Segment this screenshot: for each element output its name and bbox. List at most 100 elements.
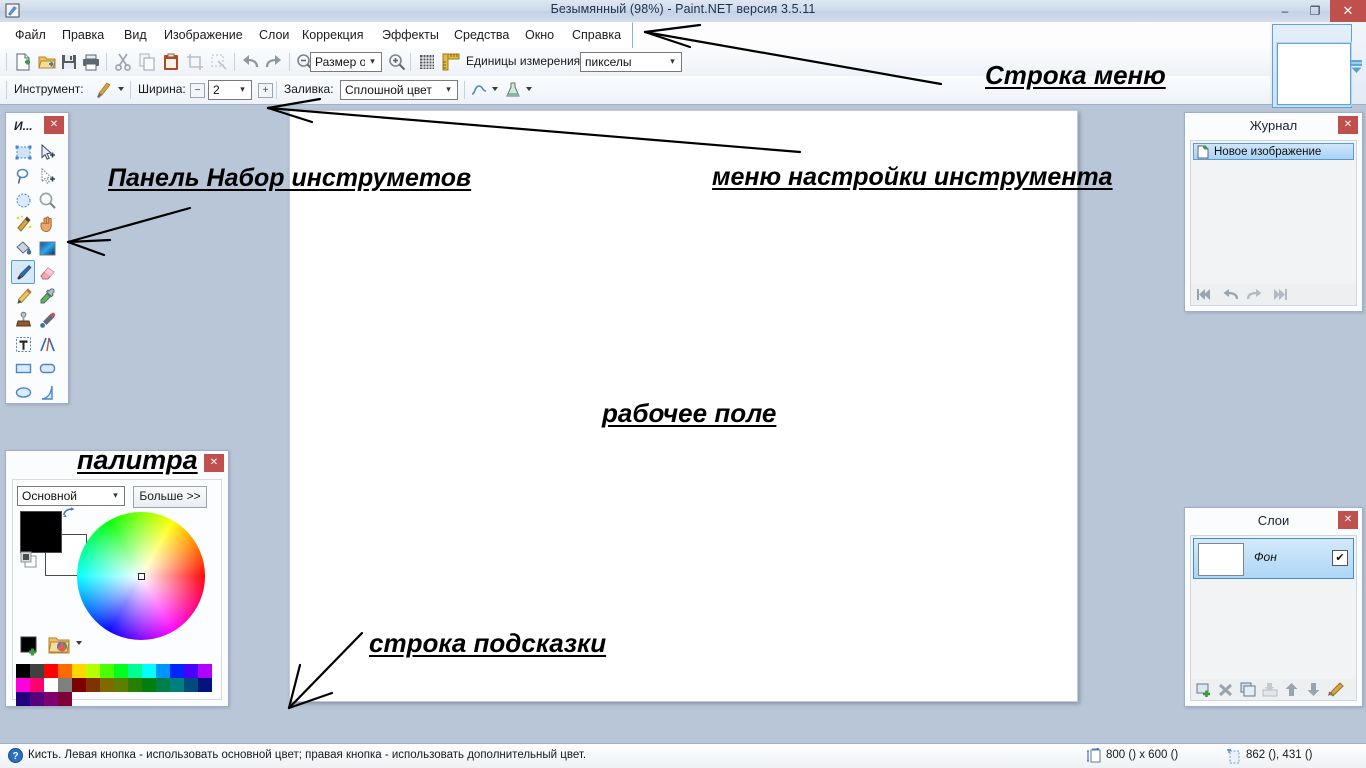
color-swatch[interactable] xyxy=(86,678,100,692)
merge-layer-down-button[interactable] xyxy=(1260,681,1279,698)
color-swatch[interactable] xyxy=(142,678,156,692)
color-swatch[interactable] xyxy=(16,664,30,678)
thumbnail-scroll-down-icon[interactable] xyxy=(1350,60,1363,74)
paintbrush-icon[interactable] xyxy=(92,80,112,100)
color-swatch[interactable] xyxy=(58,678,72,692)
paste-icon[interactable] xyxy=(162,53,180,71)
antialias-dropdown-arrow[interactable] xyxy=(492,87,498,91)
color-swatch[interactable] xyxy=(44,692,58,706)
pan-tool[interactable] xyxy=(35,212,59,236)
fill-type-combo[interactable]: Сплошной цвет ▾ xyxy=(340,80,458,100)
color-swatch[interactable] xyxy=(198,678,212,692)
menu-item-utilities[interactable]: Средства xyxy=(447,22,516,48)
lasso-select-tool[interactable] xyxy=(11,164,35,188)
recolor-tool[interactable] xyxy=(35,308,59,332)
more-colors-button[interactable]: Больше >> xyxy=(133,486,207,508)
color-swatch[interactable] xyxy=(128,678,142,692)
crop-icon[interactable] xyxy=(186,53,204,71)
color-swatch[interactable] xyxy=(198,664,212,678)
color-swatch[interactable] xyxy=(72,664,86,678)
color-swatch[interactable] xyxy=(58,664,72,678)
menu-item-effects[interactable]: Эффекты xyxy=(375,22,446,48)
color-swatch[interactable] xyxy=(86,664,100,678)
maximize-button[interactable]: ❐ xyxy=(1300,0,1330,22)
brush-width-combo[interactable]: 2 ▾ xyxy=(208,80,252,100)
line-curve-tool[interactable] xyxy=(35,332,59,356)
clone-stamp-tool[interactable] xyxy=(11,308,35,332)
color-swatch[interactable] xyxy=(16,678,30,692)
colors-panel-close-button[interactable]: ✕ xyxy=(204,454,224,472)
gradient-tool[interactable] xyxy=(35,236,59,260)
grid-icon[interactable] xyxy=(418,53,436,71)
help-icon[interactable]: ? xyxy=(8,748,23,763)
move-selected-tool[interactable] xyxy=(35,140,59,164)
color-wheel-cursor[interactable] xyxy=(138,573,145,580)
menu-item-layers[interactable]: Слои xyxy=(252,22,296,48)
layers-list[interactable]: Фон ✔ xyxy=(1190,535,1357,680)
close-button[interactable]: ✕ xyxy=(1330,0,1366,22)
redo-icon[interactable] xyxy=(265,53,283,71)
add-layer-button[interactable] xyxy=(1194,681,1213,698)
copy-icon[interactable] xyxy=(138,53,156,71)
layer-visibility-checkbox[interactable]: ✔ xyxy=(1332,550,1348,566)
history-list[interactable]: Новое изображение xyxy=(1190,140,1357,285)
zoom-level-combo[interactable]: Размер ок ▾ xyxy=(310,52,382,72)
menu-item-adjust[interactable]: Коррекция xyxy=(295,22,370,48)
color-swatch[interactable] xyxy=(170,678,184,692)
magic-wand-tool[interactable] xyxy=(11,212,35,236)
menu-item-window[interactable]: Окно xyxy=(518,22,561,48)
history-rewind-button[interactable] xyxy=(1195,286,1214,303)
undo-icon[interactable] xyxy=(241,53,259,71)
menu-item-file[interactable]: Файл xyxy=(8,22,53,48)
color-swatch[interactable] xyxy=(30,678,44,692)
color-swatch[interactable] xyxy=(142,664,156,678)
zoom-tool[interactable] xyxy=(35,188,59,212)
move-layer-down-button[interactable] xyxy=(1304,681,1323,698)
color-swatch[interactable] xyxy=(44,664,58,678)
color-swatch[interactable] xyxy=(58,692,72,706)
open-palette-icon[interactable] xyxy=(48,635,70,656)
paint-bucket-tool[interactable] xyxy=(11,236,35,260)
history-forward-button[interactable] xyxy=(1270,286,1289,303)
antialiasing-icon[interactable] xyxy=(470,81,488,99)
add-color-icon[interactable] xyxy=(20,636,40,656)
color-swatch[interactable] xyxy=(128,664,142,678)
menu-item-edit[interactable]: Правка xyxy=(55,22,111,48)
history-redo-button[interactable] xyxy=(1245,286,1264,303)
zoom-in-icon[interactable] xyxy=(388,53,406,71)
history-undo-button[interactable] xyxy=(1220,286,1239,303)
text-tool[interactable] xyxy=(11,332,35,356)
rectangle-tool[interactable] xyxy=(11,356,35,380)
width-increase-button[interactable]: + xyxy=(258,83,273,98)
color-swatch[interactable] xyxy=(114,664,128,678)
open-icon[interactable] xyxy=(38,53,56,71)
width-decrease-button[interactable]: − xyxy=(190,83,205,98)
blend-mode-icon[interactable] xyxy=(504,81,522,99)
tool-dropdown-arrow[interactable] xyxy=(118,87,124,91)
color-swatch[interactable] xyxy=(100,678,114,692)
palette-dropdown-arrow[interactable] xyxy=(76,641,82,645)
layer-properties-button[interactable] xyxy=(1326,681,1345,698)
ellipse-tool[interactable] xyxy=(11,380,35,404)
new-icon[interactable] xyxy=(14,53,32,71)
color-swatch[interactable] xyxy=(30,692,44,706)
minimize-button[interactable]: – xyxy=(1270,0,1300,22)
eraser-tool[interactable] xyxy=(35,260,59,284)
pencil-tool[interactable] xyxy=(11,284,35,308)
document-thumbnail[interactable] xyxy=(1277,43,1351,105)
print-icon[interactable] xyxy=(82,53,100,71)
reset-colors-icon[interactable] xyxy=(20,551,38,569)
blend-dropdown-arrow[interactable] xyxy=(526,87,532,91)
color-swatch[interactable] xyxy=(72,678,86,692)
color-swatch[interactable] xyxy=(184,678,198,692)
primary-color-swatch[interactable] xyxy=(20,511,62,553)
ellipse-select-tool[interactable] xyxy=(11,188,35,212)
rulers-icon[interactable] xyxy=(442,53,460,71)
save-icon[interactable] xyxy=(60,53,78,71)
layer-list-item[interactable]: Фон ✔ xyxy=(1193,538,1354,579)
color-swatch[interactable] xyxy=(100,664,114,678)
color-mode-combo[interactable]: Основной ▾ xyxy=(17,486,125,506)
swap-colors-icon[interactable] xyxy=(62,506,76,520)
color-picker-tool[interactable] xyxy=(35,284,59,308)
document-tab[interactable] xyxy=(1272,24,1352,108)
